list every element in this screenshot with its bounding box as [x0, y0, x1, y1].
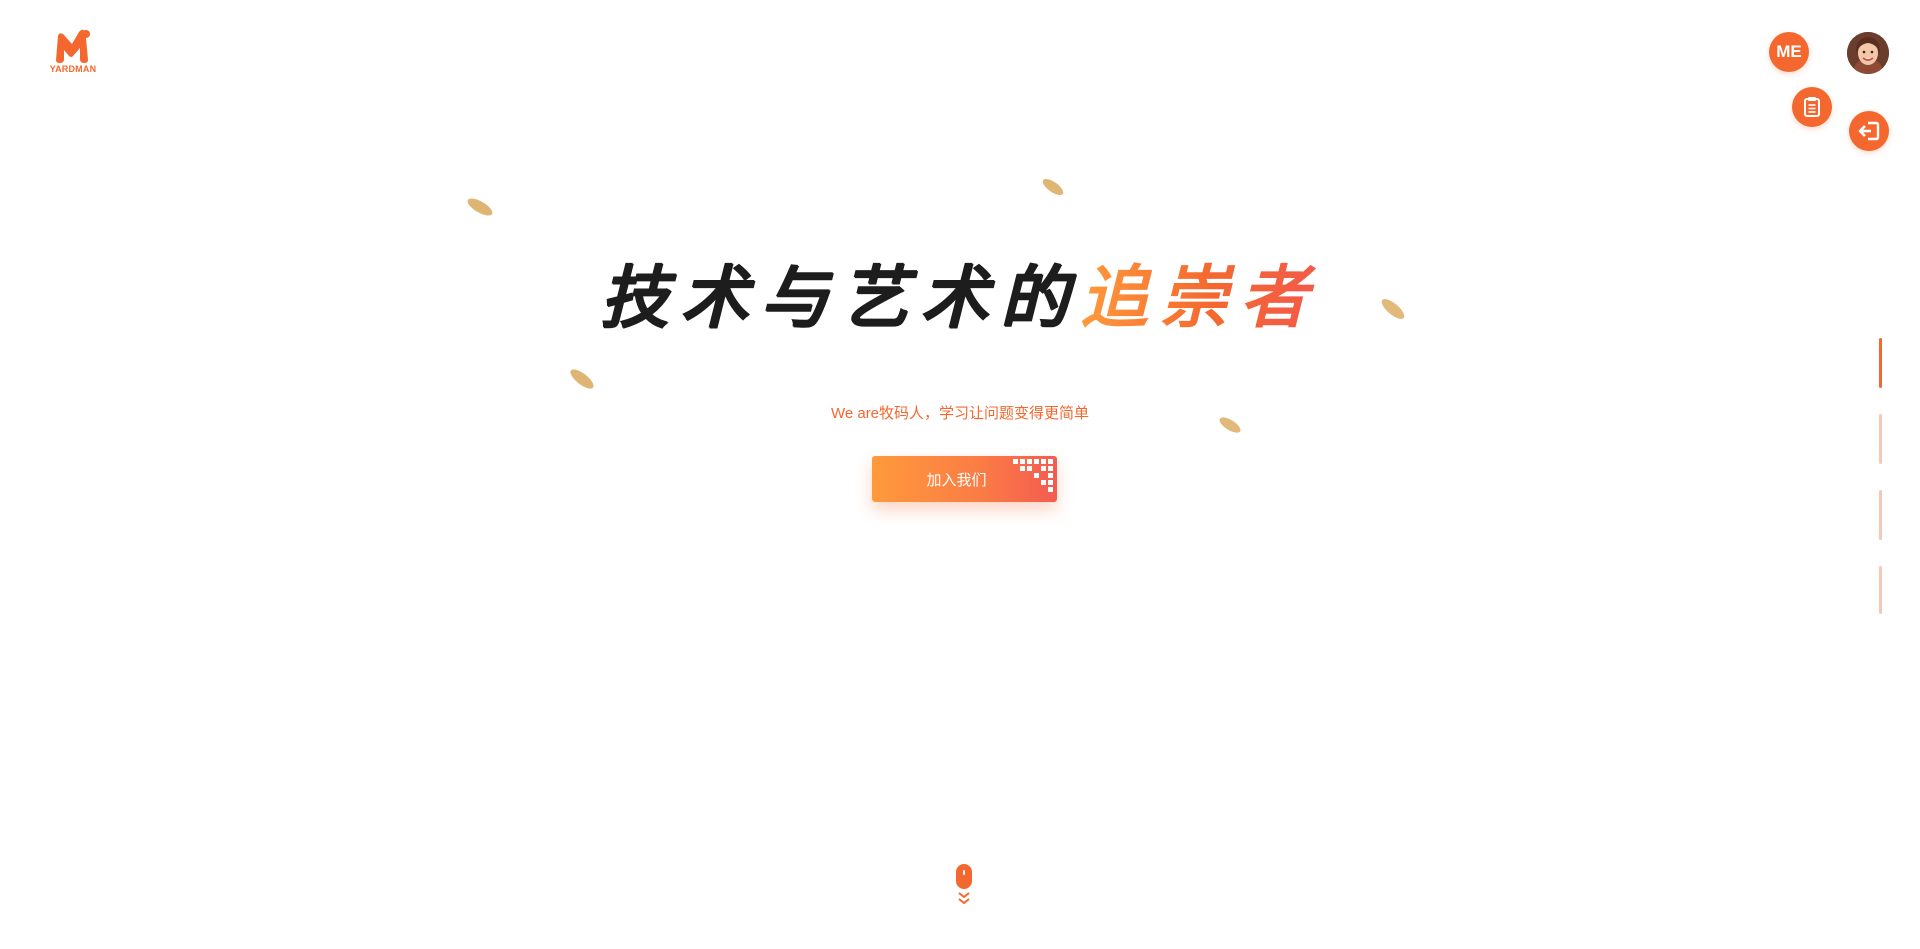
document-icon — [1804, 97, 1820, 117]
hero-headline: 技术与艺术的追崇者 — [0, 258, 1920, 338]
pixel-pattern-icon — [1013, 459, 1053, 492]
user-avatar[interactable] — [1847, 32, 1889, 74]
me-label: ME — [1776, 42, 1802, 61]
exit-icon — [1858, 121, 1880, 141]
section-nav-item[interactable] — [1879, 490, 1882, 540]
section-nav-item[interactable] — [1879, 566, 1882, 614]
join-us-label: 加入我们 — [926, 471, 987, 489]
me-button[interactable]: ME — [1769, 32, 1809, 72]
site-logo[interactable]: YARDMAN — [46, 28, 100, 78]
section-nav-item[interactable] — [1879, 414, 1882, 464]
leaf-icon — [570, 369, 594, 389]
mouse-scroll-icon — [956, 864, 972, 905]
leaf-icon — [1042, 178, 1064, 196]
hero-subtitle: We are牧码人，学习让问题变得更简单 — [830, 405, 1090, 422]
document-button[interactable] — [1792, 87, 1832, 127]
headline-accent: 追崇者 — [1080, 258, 1321, 338]
m-logo-icon — [56, 29, 90, 63]
leaf-icon — [467, 198, 493, 216]
section-nav — [1879, 338, 1883, 614]
landing-page: YARDMAN ME 技术与艺术的追崇者 We are牧码人，学习让问题变得更简… — [0, 0, 1920, 949]
exit-button[interactable] — [1849, 111, 1889, 151]
scroll-down-hint[interactable] — [955, 864, 973, 908]
join-us-button[interactable]: 加入我们 — [872, 456, 1057, 502]
logo-text: YARDMAN — [49, 64, 97, 74]
section-nav-item[interactable] — [1879, 338, 1882, 388]
headline-main: 技术与艺术的 — [599, 258, 1080, 338]
avatar-icon — [1847, 32, 1889, 74]
